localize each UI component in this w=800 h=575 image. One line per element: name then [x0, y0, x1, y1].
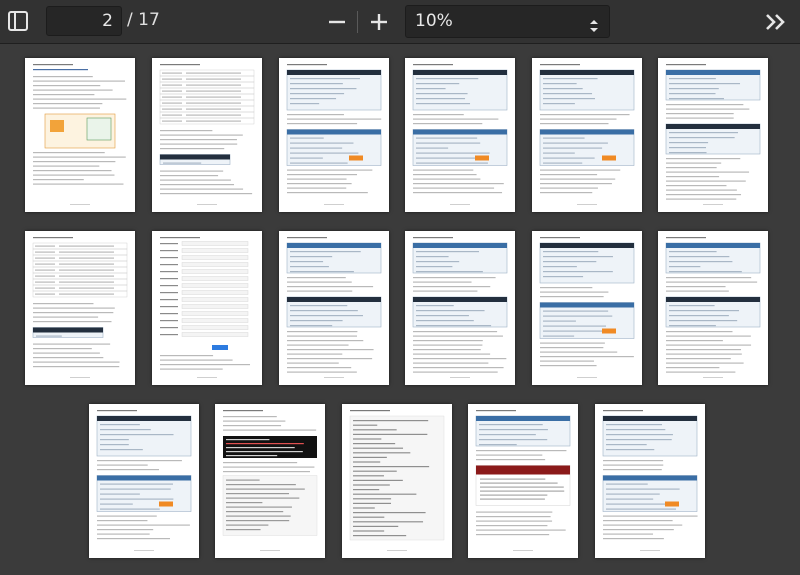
page-thumbnail-10[interactable] — [405, 231, 515, 385]
page-thumbnail-content — [33, 64, 127, 205]
page-number-input[interactable]: 2 — [46, 6, 122, 36]
page-thumbnail-content — [96, 410, 192, 551]
zoom-select[interactable]: 10% — [405, 5, 610, 38]
page-thumbnail-content — [475, 410, 571, 551]
page-thumbnail-content — [349, 410, 445, 551]
page-thumbnail-4[interactable] — [405, 58, 515, 212]
page-thumbnail-content — [222, 410, 318, 551]
zoom-level-value: 10% — [415, 11, 453, 31]
page-thumbnail-content — [539, 64, 635, 205]
page-thumbnail-11[interactable] — [532, 231, 642, 385]
page-thumbnail-5[interactable] — [532, 58, 642, 212]
double-chevron-right-icon[interactable] — [764, 11, 788, 33]
page-thumbnail-14[interactable] — [215, 404, 325, 558]
page-thumbnail-content — [602, 410, 698, 551]
page-thumbnail-content — [412, 237, 508, 378]
sidebar-toggle-icon[interactable] — [7, 10, 29, 32]
page-thumbnail-3[interactable] — [279, 58, 389, 212]
page-thumbnail-6[interactable] — [658, 58, 768, 212]
page-thumbnail-8[interactable] — [152, 231, 262, 385]
page-thumbnail-content — [286, 237, 382, 378]
page-thumbnail-13[interactable] — [89, 404, 199, 558]
page-thumbnail-9[interactable] — [279, 231, 389, 385]
page-thumbnail-12[interactable] — [658, 231, 768, 385]
page-thumbnail-content — [539, 237, 635, 378]
page-thumbnail-content — [32, 237, 128, 378]
page-thumbnail-content — [412, 64, 508, 205]
page-count-label: / 17 — [127, 10, 160, 30]
page-thumbnail-17[interactable] — [595, 404, 705, 558]
page-thumbnail-7[interactable] — [25, 231, 135, 385]
page-thumbnail-2[interactable] — [152, 58, 262, 212]
page-thumbnail-content — [665, 237, 761, 378]
pdf-toolbar: 2 / 17 10% — [0, 0, 800, 44]
page-thumbnail-content — [159, 64, 255, 205]
thumbnail-grid — [0, 44, 800, 575]
page-thumbnail-1[interactable] — [25, 58, 135, 212]
plus-icon[interactable] — [368, 11, 390, 33]
page-thumbnail-content — [665, 64, 761, 205]
page-thumbnail-16[interactable] — [468, 404, 578, 558]
page-thumbnail-content — [286, 64, 382, 205]
page-thumbnail-15[interactable] — [342, 404, 452, 558]
minus-icon[interactable] — [326, 11, 348, 33]
toolbar-divider — [357, 11, 358, 33]
up-down-arrows-icon — [589, 14, 599, 32]
page-thumbnail-content — [160, 237, 251, 378]
